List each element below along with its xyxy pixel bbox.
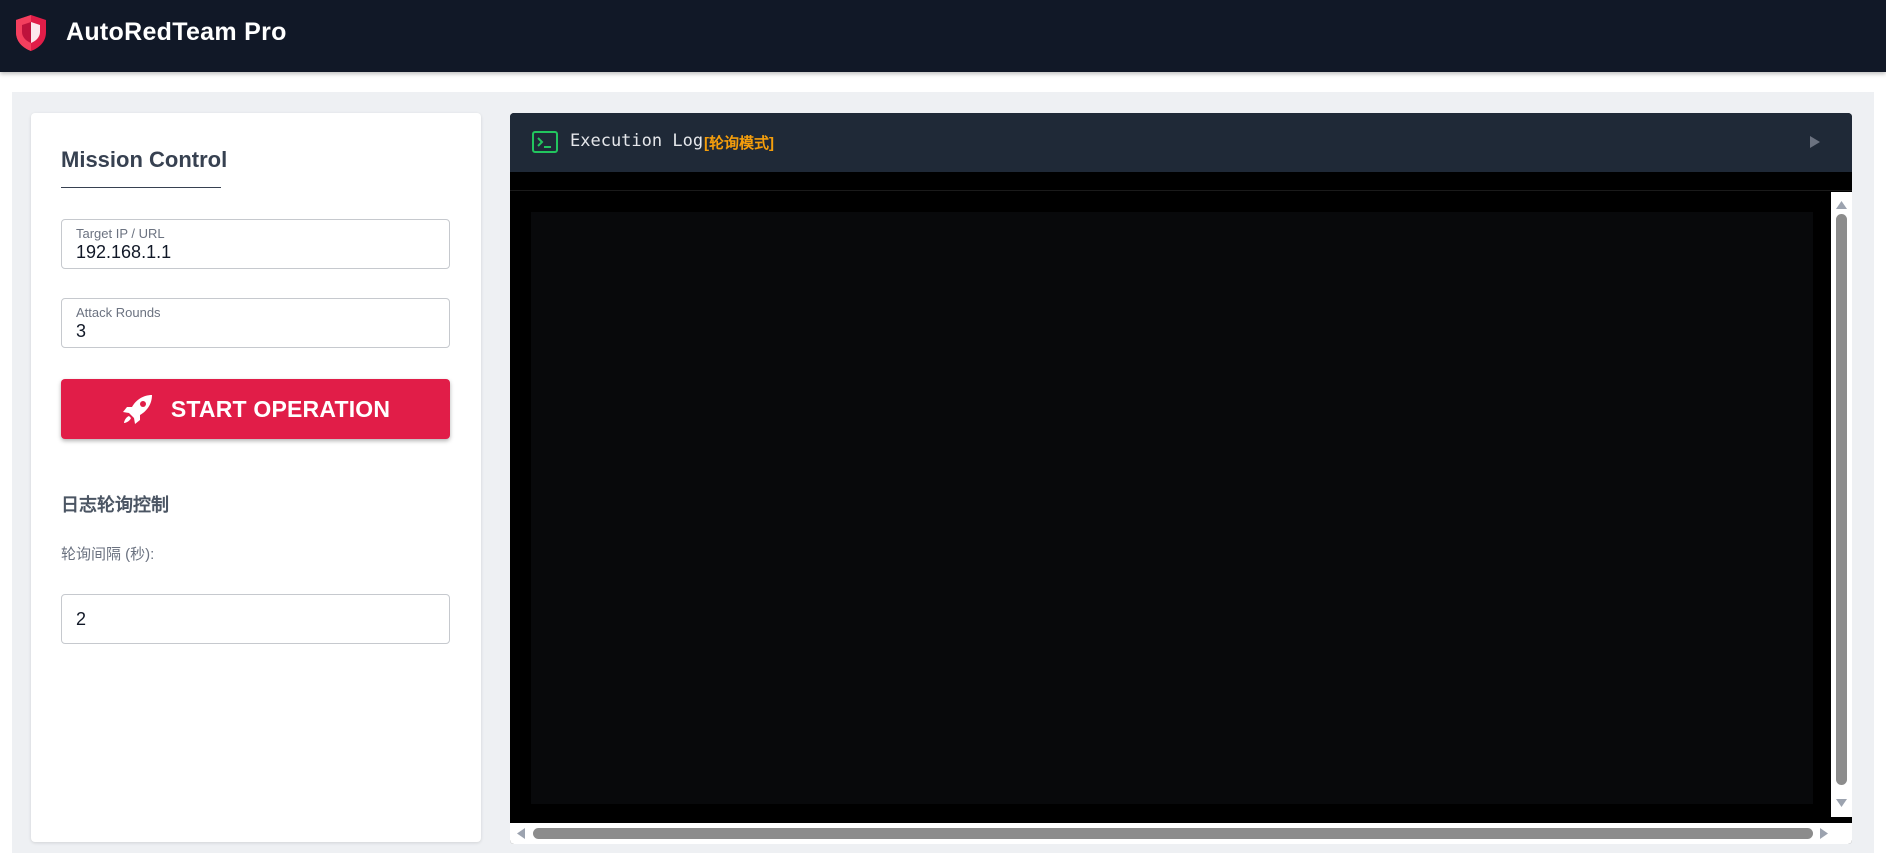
execution-log-panel: Execution Log [轮询模式] — [510, 113, 1852, 844]
vertical-scrollbar[interactable] — [1831, 192, 1852, 817]
horizontal-scroll-thumb[interactable] — [533, 828, 1813, 839]
scroll-down-arrow-icon[interactable] — [1835, 798, 1848, 808]
rounds-field[interactable]: Attack Rounds — [61, 298, 450, 348]
target-input[interactable] — [76, 242, 436, 263]
app-title: AutoRedTeam Pro — [66, 18, 287, 46]
rounds-label: Attack Rounds — [76, 305, 161, 320]
log-output[interactable] — [531, 212, 1813, 804]
interval-field[interactable] — [61, 594, 450, 644]
log-title: Execution Log — [570, 131, 704, 151]
log-mode-badge: [轮询模式] — [704, 135, 774, 152]
shield-icon — [16, 15, 46, 51]
terminal-icon — [532, 131, 558, 153]
rocket-icon — [122, 395, 152, 424]
start-operation-button[interactable]: START OPERATION — [61, 379, 450, 439]
top-navbar: AutoRedTeam Pro — [0, 0, 1886, 72]
play-icon[interactable] — [1809, 135, 1821, 149]
scroll-left-arrow-icon[interactable] — [516, 827, 526, 840]
interval-label: 轮询间隔 (秒): — [61, 546, 155, 563]
title-underline — [61, 187, 221, 188]
log-header: Execution Log [轮询模式] — [510, 113, 1852, 172]
target-label: Target IP / URL — [76, 226, 165, 241]
vertical-scroll-thumb[interactable] — [1836, 214, 1847, 785]
scroll-right-arrow-icon[interactable] — [1819, 827, 1829, 840]
start-operation-label: START OPERATION — [170, 395, 391, 422]
mission-control-panel: Mission Control Target IP / URL Attack R… — [31, 113, 481, 842]
target-field[interactable]: Target IP / URL — [61, 219, 450, 269]
horizontal-scrollbar[interactable] — [510, 823, 1852, 844]
scroll-up-arrow-icon[interactable] — [1835, 200, 1848, 210]
rounds-input[interactable] — [76, 321, 436, 342]
panel-title: Mission Control — [61, 147, 228, 172]
log-divider — [510, 190, 1852, 191]
interval-input[interactable] — [76, 609, 436, 630]
polling-heading: 日志轮询控制 — [61, 495, 169, 515]
